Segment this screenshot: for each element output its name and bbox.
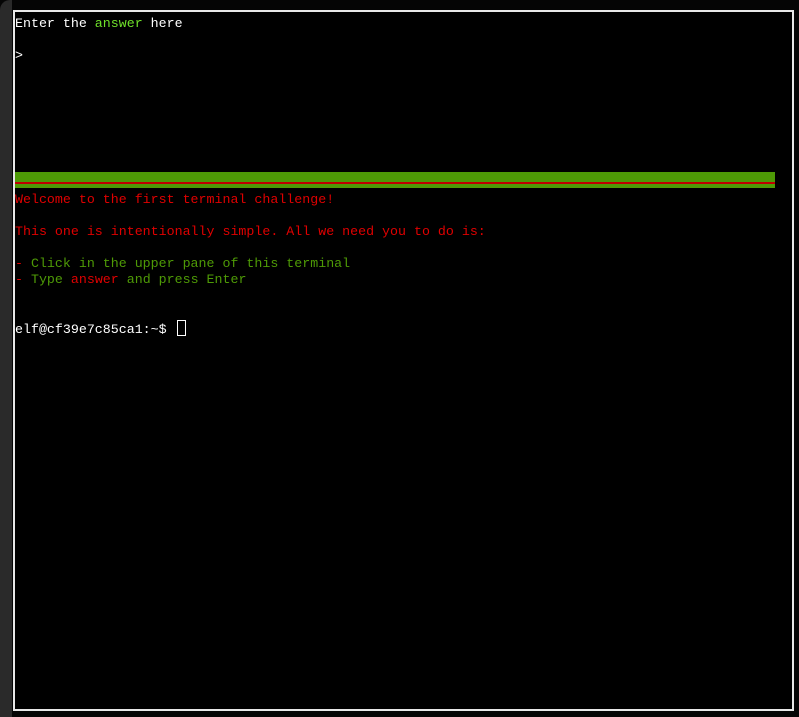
shell-line[interactable]: elf@cf39e7c85ca1:~$ — [15, 320, 186, 337]
step-text: and press Enter — [118, 272, 247, 287]
cursor-icon — [176, 320, 186, 336]
instruction-text: Enter the — [15, 16, 95, 31]
window-frame — [0, 0, 12, 717]
step-bullet: - — [15, 256, 23, 271]
answer-input[interactable]: > — [15, 48, 775, 64]
pane-divider-line — [15, 182, 775, 184]
step-text: Click in the upper pane of this terminal — [22, 256, 351, 271]
step-item: - Type answer and press Enter — [15, 272, 246, 288]
instruction-keyword: answer — [94, 16, 143, 31]
step-keyword: answer — [70, 272, 119, 287]
terminal: Enter the answer here > Welcome to the f… — [13, 10, 794, 711]
welcome-message: Welcome to the first terminal challenge! — [15, 192, 335, 207]
intro-message: This one is intentionally simple. All we… — [15, 224, 486, 239]
step-bullet: - — [15, 272, 23, 287]
input-prompt-symbol: > — [15, 48, 23, 63]
instruction-text: here — [142, 16, 183, 31]
shell-prompt: elf@cf39e7c85ca1:~$ — [15, 322, 175, 337]
step-text: Type — [22, 272, 71, 287]
pane-divider — [15, 172, 775, 188]
answer-instruction: Enter the answer here — [15, 16, 183, 32]
step-item: - Click in the upper pane of this termin… — [15, 256, 350, 272]
